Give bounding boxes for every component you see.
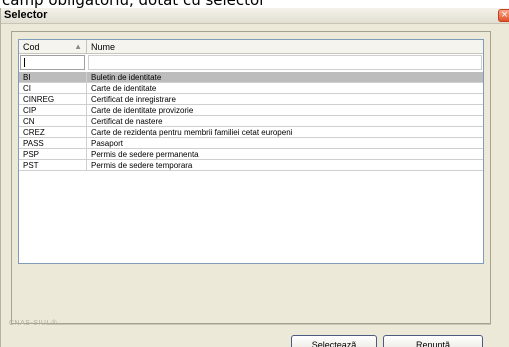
cell-cod: CREZ (19, 127, 87, 138)
cell-nume: Certificat de inregistrare (91, 95, 176, 104)
grid-rows: BI Buletin de identitate CI Carte de ide… (19, 72, 483, 171)
cell-nume: Carte de identitate provizorie (91, 106, 194, 115)
table-row[interactable]: BI Buletin de identitate (19, 72, 483, 83)
selector-panel: Cod ▲ Nume BI Buletin de identitate CI C… (11, 31, 491, 324)
cell-cod: PST (19, 160, 87, 171)
table-row[interactable]: CREZ Carte de rezidenta pentru membrii f… (19, 127, 483, 138)
table-row[interactable]: CINREG Certificat de inregistrare (19, 94, 483, 105)
sort-ascending-icon: ▲ (74, 42, 82, 51)
column-header-cod[interactable]: Cod ▲ (19, 40, 87, 54)
cell-cod: PASS (19, 138, 87, 149)
cell-nume: Carte de rezidenta pentru membrii famili… (91, 128, 293, 137)
cell-nume: Permis de sedere permanenta (91, 150, 199, 159)
table-row[interactable]: CI Carte de identitate (19, 83, 483, 94)
table-row[interactable]: CN Certificat de nastere (19, 116, 483, 127)
cell-cod: BI (19, 72, 87, 83)
column-header-cod-label: Cod (23, 42, 40, 52)
cell-cod: CN (19, 116, 87, 127)
cell-nume: Buletin de identitate (91, 73, 162, 82)
selector-grid: Cod ▲ Nume BI Buletin de identitate CI C… (18, 39, 484, 264)
cell-nume: Carte de identitate (91, 84, 157, 93)
filter-nume-input[interactable] (88, 55, 482, 70)
dialog-titlebar[interactable]: Selector × (1, 8, 509, 24)
dialog-title: Selector (4, 9, 48, 21)
cancel-button[interactable]: Renuntã (383, 335, 483, 347)
cell-cod: CI (19, 83, 87, 94)
cell-cod: CIP (19, 105, 87, 116)
cell-nume: Pasaport (91, 139, 124, 148)
cell-nume: Certificat de nastere (91, 117, 163, 126)
filter-cod-input[interactable] (20, 55, 85, 70)
table-row[interactable]: PASS Pasaport (19, 138, 483, 149)
table-row[interactable]: PSP Permis de sedere permanenta (19, 149, 483, 160)
text-cursor (24, 58, 25, 67)
table-row[interactable]: PST Permis de sedere temporara (19, 160, 483, 171)
cell-cod: CINREG (19, 94, 87, 105)
page-caption: camp obligatoriu, dotat cu selector (2, 0, 266, 9)
selector-dialog: Selector × Cod ▲ Nume BI Buletin de iden… (0, 8, 509, 347)
cell-cod: PSP (19, 149, 87, 160)
table-row[interactable]: CIP Carte de identitate provizorie (19, 105, 483, 116)
cell-nume: Permis de sedere temporara (91, 161, 193, 170)
footer-divider (46, 324, 491, 325)
close-icon[interactable]: × (498, 9, 509, 22)
column-header-nume[interactable]: Nume (87, 40, 483, 54)
column-header-nume-label: Nume (91, 42, 116, 52)
select-button[interactable]: Selecteazã (291, 335, 377, 347)
